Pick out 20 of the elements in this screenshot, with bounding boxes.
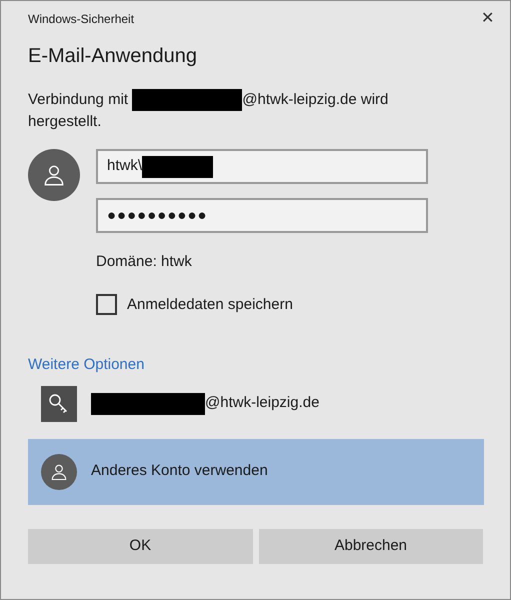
close-button[interactable]: ✕ — [481, 7, 494, 31]
account-item[interactable]: @htwk-leipzig.de — [28, 384, 484, 423]
ok-button[interactable]: OK — [28, 528, 252, 564]
dialog-heading: E-Mail-Anwendung — [28, 44, 198, 69]
message-text: hergestellt. — [28, 113, 102, 130]
password-field[interactable]: ●●●●●●●●●● — [96, 198, 428, 234]
window-title: Windows-Sicherheit — [28, 11, 134, 28]
message-text: @htwk-leipzig.de wird — [242, 91, 388, 108]
username-text: htwk\ — [107, 156, 142, 176]
key-icon — [41, 386, 77, 422]
cancel-button[interactable]: Abbrechen — [258, 528, 483, 564]
account-label: Anderes Konto verwenden — [91, 461, 268, 482]
account-item[interactable]: Anderes Konto verwenden — [28, 438, 484, 505]
checkbox[interactable] — [96, 294, 117, 316]
account-label: @htwk-leipzig.de — [205, 393, 320, 414]
checkbox-label: Anmeldedaten speichern — [127, 294, 293, 315]
domain-text: Domäne: htwk — [96, 252, 193, 272]
username-field[interactable]: htwk\ — [96, 149, 428, 184]
more-options-link[interactable]: Weitere Optionen — [28, 354, 144, 377]
message-text: Verbindung mit — [28, 91, 130, 108]
